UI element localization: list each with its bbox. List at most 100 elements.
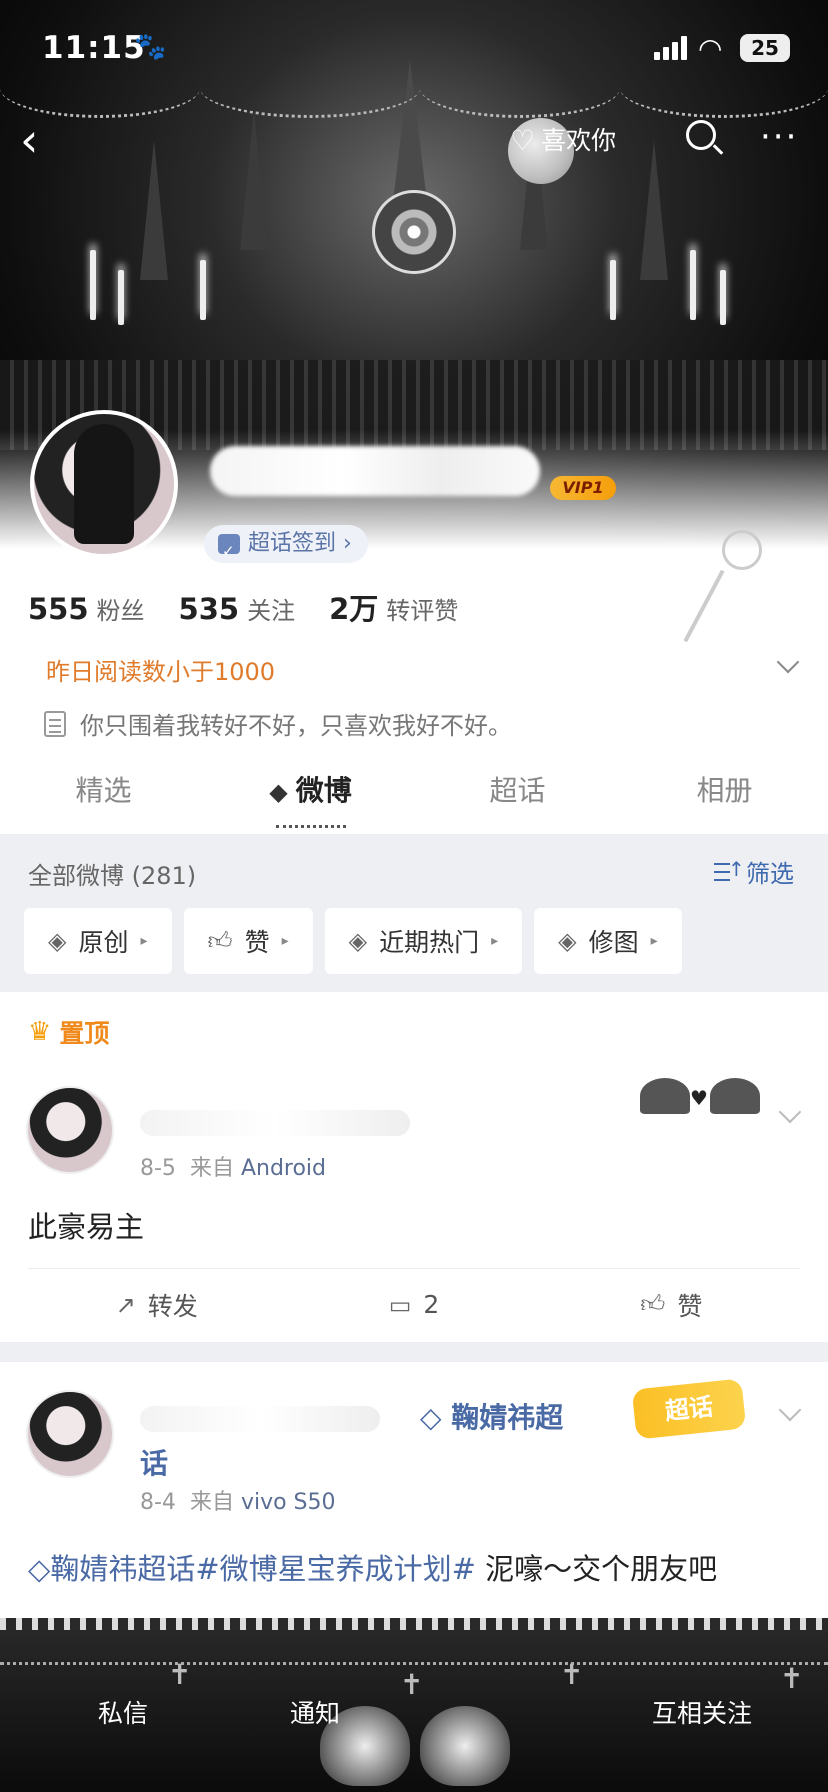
post-hashtag[interactable]: 鞠婧祎超话#微博星宝养成计划# (50, 1552, 476, 1586)
chip-original[interactable]: ◈ 原创 ▸ (24, 908, 172, 974)
stat-label: 转评赞 (386, 597, 459, 625)
candle (610, 260, 616, 320)
search-button[interactable] (682, 116, 728, 162)
thumbs-up-icon: 👍︎ (207, 926, 233, 955)
status-time: 11:15 (42, 30, 146, 66)
filter-chips: ◈ 原创 ▸ 👍︎ 赞 ▸ ◈ 近期热门 ▸ ◈ 修图 ▸ (24, 908, 682, 974)
supertopic-checkin-button[interactable]: 超话签到 › (204, 525, 368, 570)
more-button[interactable]: ··· (760, 112, 810, 162)
filter-area: 全部微博 (281) 筛选 ◈ 原创 ▸ 👍︎ 赞 ▸ ◈ 近期热门 ▸ ◈ (0, 834, 828, 992)
like-you-button[interactable]: ♡ 喜欢你 (510, 118, 616, 164)
chip-label: 近期热门 (379, 928, 480, 957)
share-icon: ↗ (115, 1290, 136, 1319)
spire (140, 140, 168, 280)
post-divider (0, 1342, 828, 1362)
candle (690, 250, 696, 320)
like-button[interactable]: 👍︎ 赞 (543, 1269, 800, 1340)
post-meta: 8-4 来自 vivo S50 (140, 1484, 336, 1516)
supertopic-checkin-label: 超话签到 › (248, 531, 352, 556)
supertopic-name: 鞠婧祎超 (451, 1401, 564, 1434)
bottom-item-mutual-follow[interactable]: 互相关注 (652, 1694, 752, 1730)
calendar-check-icon (218, 532, 240, 570)
like-label: 赞 (677, 1291, 703, 1321)
comment-button[interactable]: ▭ 2 (285, 1269, 542, 1340)
thumbs-up-icon: 👍︎ (640, 1290, 666, 1318)
heart-icon: ♡ (510, 124, 536, 157)
profile-tabs: 精选 ◆ 微博 超话 相册 (0, 760, 828, 834)
gem-icon: ◆ (269, 778, 288, 806)
chip-recent-hot[interactable]: ◈ 近期热门 ▸ (324, 908, 523, 974)
battery-indicator: 25 (740, 34, 790, 62)
post-text-rest: 泥嚎～交个朋友吧 (475, 1552, 718, 1586)
supertopic-sticker: 超话 (631, 1378, 747, 1440)
stat-interactions[interactable]: 2万 转评赞 (329, 586, 458, 628)
pinned-label: ♛ 置顶 (28, 1014, 109, 1050)
candle (720, 270, 726, 325)
filter-button[interactable]: 筛选 (714, 854, 794, 889)
tab-album[interactable]: 相册 (621, 760, 828, 834)
chevron-down-icon[interactable] (776, 1402, 802, 1428)
avatar[interactable] (30, 410, 178, 558)
tab-weibo[interactable]: ◆ 微博 (207, 760, 414, 834)
bio: 你只围着我转好不好，只喜欢我好不好。 (44, 706, 512, 741)
repost-button[interactable]: ↗ 转发 (28, 1269, 285, 1340)
all-weibo-count: 全部微博 (281) (28, 862, 197, 890)
wifi-icon: ◠ (698, 32, 723, 65)
key-decoration (672, 530, 792, 643)
crown-icon: ♛ (28, 1017, 52, 1047)
post-avatar[interactable] (26, 1390, 114, 1478)
post-source: Android (240, 1156, 327, 1181)
post-source: vivo S50 (240, 1490, 336, 1515)
supertopic-link[interactable]: ◇ 鞠婧祎超 (420, 1396, 563, 1436)
caret-right-icon: ▸ (281, 933, 289, 949)
chip-liked[interactable]: 👍︎ 赞 ▸ (183, 908, 313, 974)
tab-label: 精选 (75, 774, 132, 807)
post-meta: 8-5 来自 Android (140, 1150, 326, 1182)
like-you-label: 喜欢你 (541, 126, 617, 155)
stat-value: 535 (178, 592, 240, 626)
vip-badge[interactable]: VIP1 (550, 476, 616, 500)
candle (200, 260, 206, 320)
bottom-bar: ✝ ✝ ✝ ✝ 私信 通知 互相关注 (0, 1618, 828, 1792)
document-icon (44, 710, 66, 737)
more-icon: ··· (760, 117, 799, 157)
post-text: ◇鞠婧祎超话#微博星宝养成计划# 泥嚎～交个朋友吧 (28, 1546, 717, 1588)
post-from: 来自 (189, 1156, 234, 1181)
profile-page: 11:15 🐾 ◠ 25 ‹ ♡ 喜欢你 ··· VIP1 超话签到 › 555… (0, 0, 828, 1792)
filter-label: 筛选 (746, 860, 794, 888)
bottom-item-messages[interactable]: 私信 (98, 1694, 148, 1730)
stat-label: 粉丝 (96, 597, 145, 625)
candle (90, 250, 96, 320)
caret-right-icon: ▸ (650, 933, 658, 949)
post-date: 8-4 (140, 1490, 176, 1515)
post-actions: ↗ 转发 ▭ 2 👍︎ 赞 (28, 1268, 800, 1340)
tab-supertopic[interactable]: 超话 (414, 760, 621, 834)
reads-summary: 昨日阅读数小于1000 (46, 658, 276, 686)
bottom-item-notifications[interactable]: 通知 (290, 1694, 340, 1730)
chevron-left-icon: ‹ (20, 113, 39, 167)
diamond-icon: ◇ (28, 1552, 51, 1586)
chevron-down-icon[interactable] (776, 1104, 802, 1130)
layers-icon: ◈ (558, 927, 577, 955)
candle (118, 270, 124, 325)
chip-label: 原创 (78, 928, 129, 957)
chain-decoration (0, 1662, 828, 1666)
stat-fans[interactable]: 555 粉丝 (28, 591, 145, 626)
post-author-redacted (140, 1406, 380, 1432)
comment-icon: ▭ (388, 1290, 412, 1319)
comment-count: 2 (423, 1290, 440, 1319)
paw-icon: 🐾 (134, 32, 167, 62)
lace-decoration (0, 1618, 828, 1630)
supertopic-link-cont[interactable]: 话 (140, 1442, 168, 1482)
tab-featured[interactable]: 精选 (0, 760, 207, 834)
back-button[interactable]: ‹ (20, 112, 64, 168)
username-redacted (210, 446, 540, 496)
stat-following[interactable]: 535 关注 (179, 591, 296, 626)
post-avatar[interactable] (26, 1086, 114, 1174)
status-bar: 11:15 🐾 ◠ 25 (0, 0, 828, 100)
chip-retouch[interactable]: ◈ 修图 ▸ (534, 908, 682, 974)
post-from: 来自 (189, 1490, 234, 1515)
bio-text: 你只围着我转好不好，只喜欢我好不好。 (80, 712, 512, 740)
chevron-down-icon[interactable] (774, 652, 802, 680)
cross-icon: ✝ (168, 1658, 192, 1691)
